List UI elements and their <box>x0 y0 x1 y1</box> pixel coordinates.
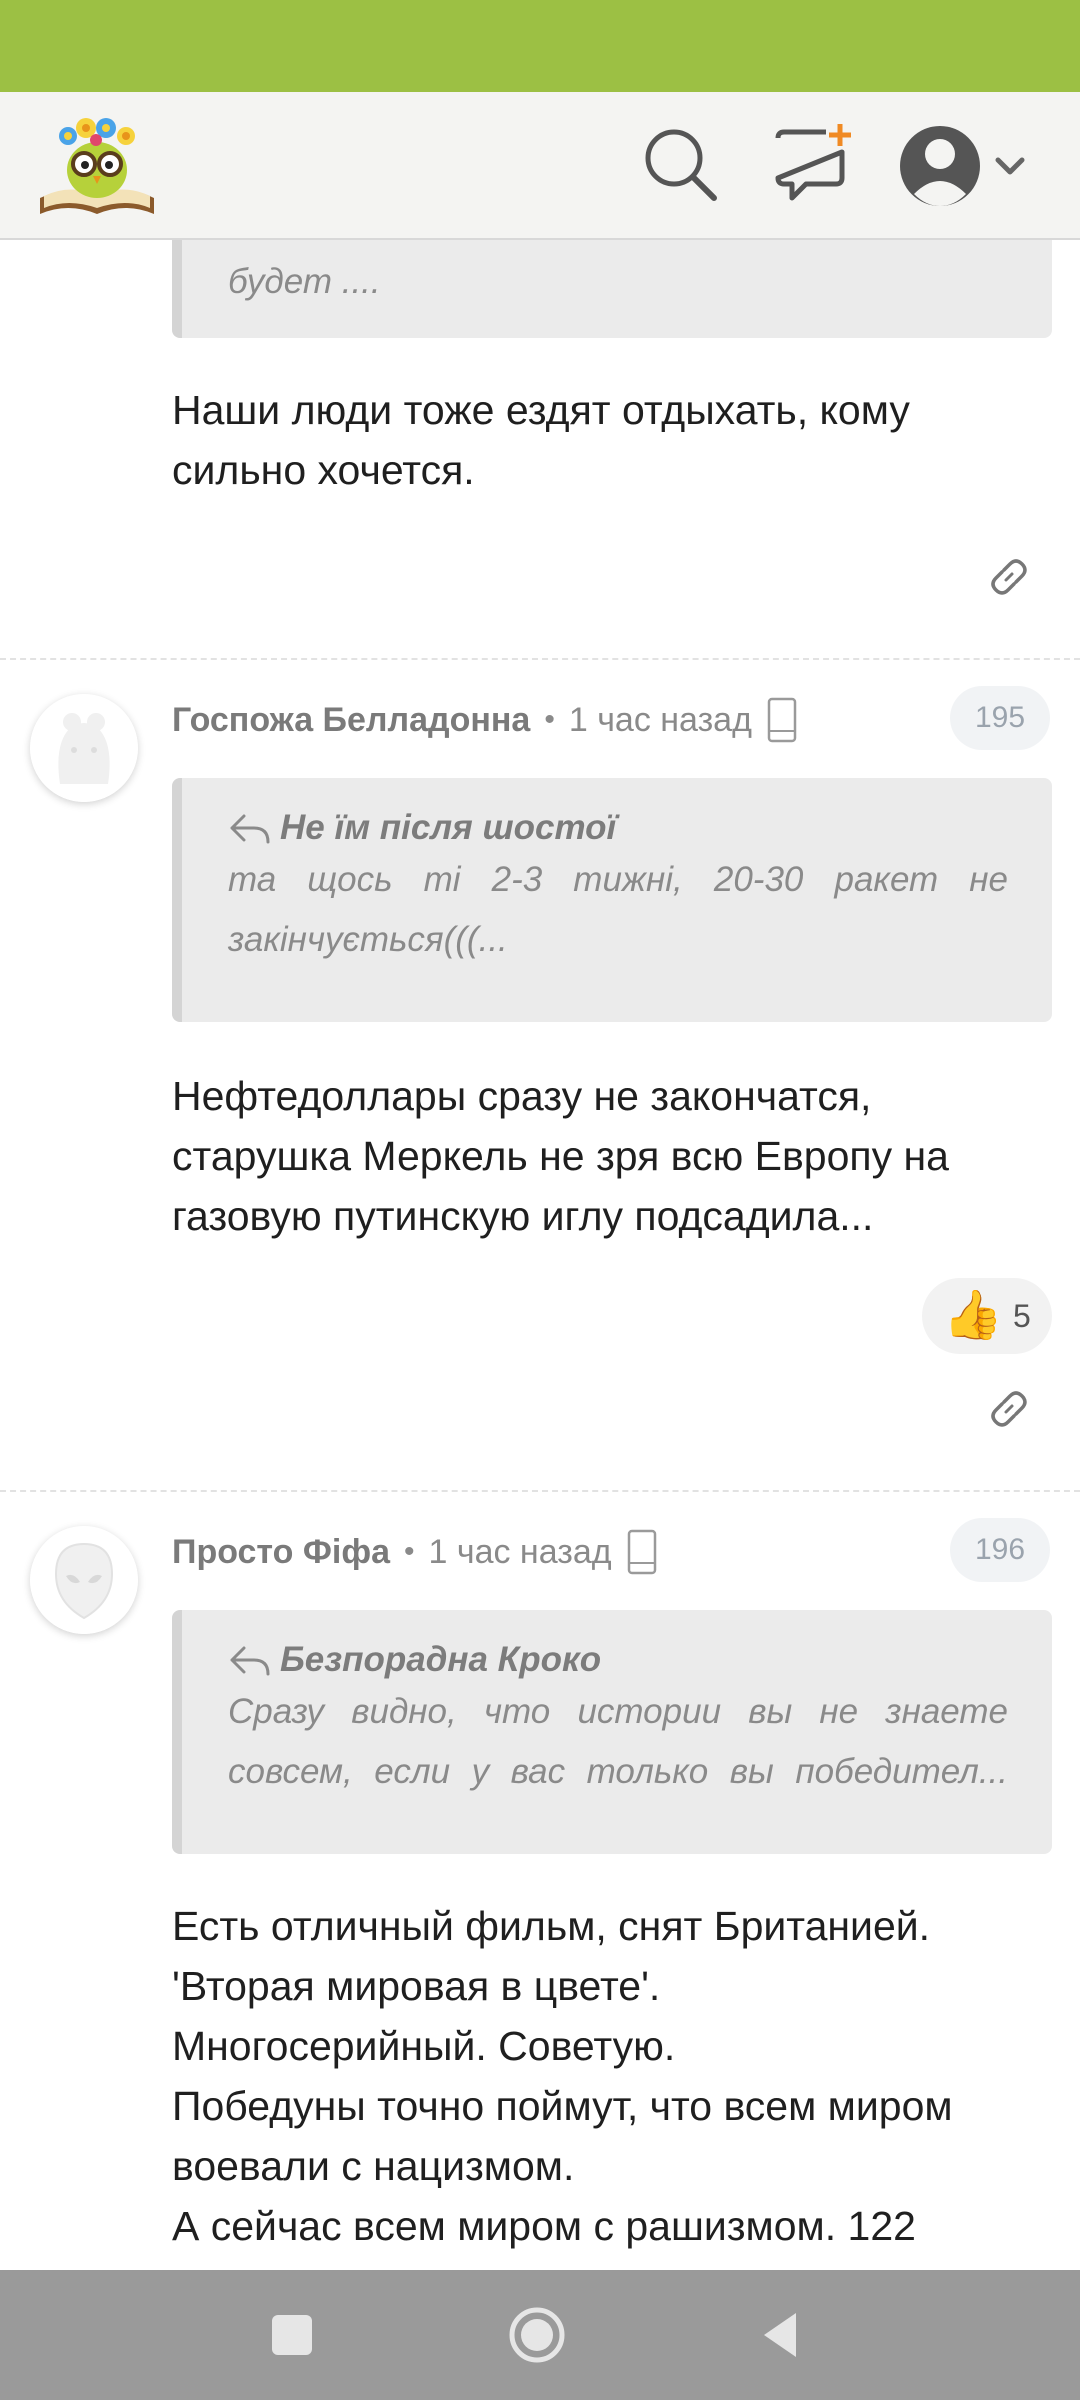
mobile-device-icon <box>627 1529 656 1575</box>
home-icon[interactable] <box>505 2303 569 2367</box>
comment-meta: Просто Фіфа • 1 час назад <box>172 1522 658 1582</box>
comment-divider <box>0 1490 1080 1492</box>
comment-divider <box>0 658 1080 660</box>
quote-block: Безпорадна Кроко Сразу видно, что истори… <box>172 1610 1052 1854</box>
username[interactable]: Госпожа Белладонна <box>172 701 530 740</box>
comment-number[interactable]: 195 <box>950 686 1050 750</box>
comment-feed: будет .... Наши люди тоже ездят отдыхать… <box>0 240 1080 2270</box>
quote-text: Сразу видно, что истории вы не знаете <box>228 1692 1008 1731</box>
comment-number[interactable]: 196 <box>950 1518 1050 1582</box>
timestamp: 1 час назад <box>568 700 752 739</box>
quote-text: совсем, если у вас только вы победител..… <box>228 1752 1008 1791</box>
quoted-author[interactable]: Безпорадна Кроко <box>280 1640 601 1680</box>
quote-text: закінчується(((... <box>228 920 508 959</box>
separator-dot: • <box>544 703 555 736</box>
recent-apps-icon[interactable] <box>260 2303 324 2367</box>
reply-arrow-icon <box>230 814 270 844</box>
back-icon[interactable] <box>750 2303 814 2367</box>
quote-text: та щось ті 2-3 тижні, 20-30 ракет не <box>228 860 1008 899</box>
quote-block: будет .... <box>172 240 1052 338</box>
owl-on-book-logo[interactable] <box>34 110 160 222</box>
timestamp: 1 час назад <box>428 1532 612 1571</box>
permalink-icon[interactable] <box>984 1384 1034 1434</box>
comment-body: Есть отличный фильм, снят Британией. 'Вт… <box>172 1903 953 2249</box>
thumbs-up-icon: 👍 <box>943 1289 1003 1342</box>
user-avatar[interactable] <box>30 694 138 802</box>
comment-meta: Госпожа Белладонна • 1 час назад <box>172 690 798 750</box>
mobile-device-icon <box>767 697 797 743</box>
quote-block: Не їм після шостої та щось ті 2-3 тижні,… <box>172 778 1052 1022</box>
like-count: 5 <box>1012 1297 1031 1334</box>
comment-body: Нефтедоллары сразу не закончатся, старуш… <box>172 1073 949 1239</box>
system-navigation-bar <box>0 2270 1080 2400</box>
user-avatar-icon[interactable] <box>896 116 1046 216</box>
new-comment-icon[interactable] <box>770 122 856 208</box>
quoted-author[interactable]: Не їм після шостої <box>280 808 616 848</box>
permalink-icon[interactable] <box>984 552 1034 602</box>
user-avatar[interactable] <box>30 1526 138 1634</box>
like-button[interactable]: 👍 5 <box>922 1278 1052 1354</box>
app-header <box>0 92 1080 240</box>
comment-body: Наши люди тоже ездят отдыхать, кому силь… <box>172 387 910 493</box>
status-bar <box>0 0 1080 92</box>
quote-text: будет .... <box>228 262 381 301</box>
reply-arrow-icon <box>230 1646 270 1676</box>
username[interactable]: Просто Фіфа <box>172 1533 390 1572</box>
separator-dot: • <box>403 1535 415 1568</box>
search-icon[interactable] <box>638 122 724 208</box>
